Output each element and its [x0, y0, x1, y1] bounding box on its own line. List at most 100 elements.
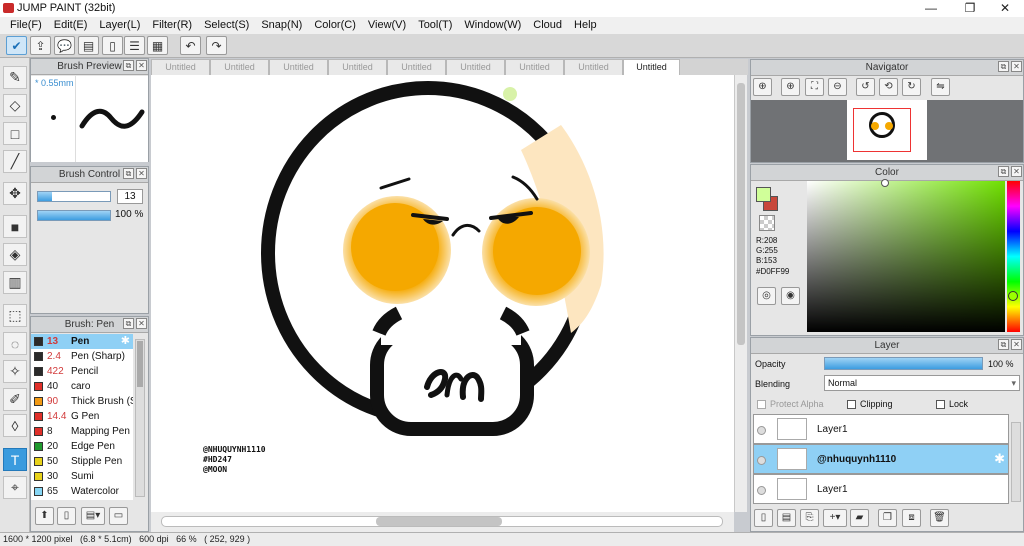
- hue-slider[interactable]: [1007, 181, 1020, 332]
- panel-close-icon[interactable]: ✕: [136, 168, 147, 179]
- close-button[interactable]: ✕: [988, 0, 1022, 17]
- grid-icon[interactable]: ▦: [147, 36, 168, 55]
- flip-icon[interactable]: ⇋: [931, 78, 950, 96]
- move-tool-icon[interactable]: ✥: [3, 182, 27, 205]
- layer-list-scrollbar[interactable]: [1011, 422, 1021, 502]
- brush-list-item[interactable]: 13 Pen ✱: [31, 334, 133, 349]
- saturation-value-field[interactable]: [807, 179, 1005, 332]
- brush-tool-icon[interactable]: ╱: [3, 150, 27, 173]
- brush-list-item[interactable]: 50 Stipple Pen: [31, 454, 133, 469]
- float-icon[interactable]: ⧉: [123, 168, 134, 179]
- brush-opacity-slider[interactable]: [37, 210, 111, 221]
- fit-icon[interactable]: ⛶: [805, 78, 824, 96]
- gear-icon[interactable]: ✱: [994, 451, 1005, 467]
- layer-row[interactable]: Layer1: [753, 414, 1009, 444]
- menu-cloud[interactable]: Cloud: [527, 17, 568, 34]
- menu-filter[interactable]: Filter(R): [146, 17, 198, 34]
- undo-icon[interactable]: ↶: [180, 36, 201, 55]
- doc-tab[interactable]: Untitled: [328, 59, 387, 75]
- panel-close-icon[interactable]: ✕: [1011, 166, 1022, 177]
- foreground-color-swatch[interactable]: [756, 187, 771, 202]
- rotate-reset-icon[interactable]: ⟲: [879, 78, 898, 96]
- menu-snap[interactable]: Snap(N): [255, 17, 308, 34]
- palette-icon[interactable]: ◎: [757, 287, 776, 305]
- hue-handle[interactable]: [1008, 291, 1018, 301]
- doc-tab[interactable]: Untitled: [505, 59, 564, 75]
- menu-edit[interactable]: Edit(E): [48, 17, 94, 34]
- lock-checkbox[interactable]: Lock: [936, 399, 968, 410]
- brush-list-item[interactable]: 90 Thick Brush (Si: [31, 394, 133, 409]
- brush-list-item[interactable]: 65 Watercolor: [31, 484, 133, 499]
- folder-icon[interactable]: ▰: [850, 509, 869, 527]
- drawing-canvas[interactable]: @NHUQUYNH1110 #HD247 @MOON: [151, 75, 734, 512]
- panel-close-icon[interactable]: ✕: [136, 318, 147, 329]
- list-icon[interactable]: ☰: [124, 36, 145, 55]
- bucket-tool-icon[interactable]: ◈: [3, 243, 27, 266]
- panel-close-icon[interactable]: ✕: [136, 60, 147, 71]
- doc-tab[interactable]: Untitled: [564, 59, 623, 75]
- redo-icon[interactable]: ↷: [206, 36, 227, 55]
- new-layer-icon[interactable]: ▯: [754, 509, 773, 527]
- menu-file[interactable]: File(F): [4, 17, 48, 34]
- gradient-tool-icon[interactable]: ▥: [3, 271, 27, 294]
- pen-tool-icon[interactable]: ✎: [3, 66, 27, 89]
- scroll-thumb[interactable]: [137, 341, 143, 387]
- doc-tab[interactable]: Untitled: [387, 59, 446, 75]
- visibility-icon[interactable]: [757, 426, 766, 435]
- panel-close-icon[interactable]: ✕: [1011, 339, 1022, 350]
- zoom-out-icon[interactable]: ⊖: [828, 78, 847, 96]
- dropper-tool-icon[interactable]: ⌖: [3, 476, 27, 499]
- doc-tab[interactable]: Untitled: [269, 59, 328, 75]
- menu-help[interactable]: Help: [568, 17, 603, 34]
- float-icon[interactable]: ⧉: [998, 61, 1009, 72]
- layer-opacity-slider[interactable]: [824, 357, 983, 370]
- rotate-right-icon[interactable]: ↻: [902, 78, 921, 96]
- check-icon[interactable]: ✔: [6, 36, 27, 55]
- speech-icon[interactable]: 💬: [54, 36, 75, 55]
- brush-list-scrollbar[interactable]: [135, 339, 145, 497]
- doc-tab[interactable]: Untitled: [210, 59, 269, 75]
- select-eraser-tool-icon[interactable]: ◊: [3, 414, 27, 437]
- fill-rect-tool-icon[interactable]: ■: [3, 215, 27, 238]
- copy-layer-icon[interactable]: ⎘: [800, 509, 819, 527]
- trash-icon[interactable]: 🗑: [930, 509, 949, 527]
- zoom-icon[interactable]: ⊕: [753, 78, 772, 96]
- brush-new-icon[interactable]: ▯: [57, 507, 76, 525]
- brush-list-item[interactable]: 422 Pencil: [31, 364, 133, 379]
- canvas-vertical-scrollbar[interactable]: [734, 75, 747, 512]
- brush-menu-icon[interactable]: ▤▾: [81, 507, 105, 525]
- float-icon[interactable]: ⧉: [998, 166, 1009, 177]
- brush-list-item[interactable]: 14.4 G Pen: [31, 409, 133, 424]
- page-icon[interactable]: ▯: [102, 36, 123, 55]
- brush-list-item[interactable]: 30 Sumi: [31, 469, 133, 484]
- clipping-checkbox[interactable]: Clipping: [847, 399, 893, 410]
- magic-wand-tool-icon[interactable]: ✧: [3, 360, 27, 383]
- navigator-view[interactable]: [751, 100, 1023, 162]
- menu-select[interactable]: Select(S): [198, 17, 255, 34]
- rectangle-tool-icon[interactable]: □: [3, 122, 27, 145]
- protect-alpha-checkbox[interactable]: Protect Alpha: [757, 399, 824, 410]
- brush-size-field[interactable]: 13: [117, 189, 143, 204]
- float-icon[interactable]: ⧉: [123, 318, 134, 329]
- message-icon[interactable]: ▤: [78, 36, 99, 55]
- visibility-icon[interactable]: [757, 486, 766, 495]
- zoom-in-icon[interactable]: ⊕: [781, 78, 800, 96]
- menu-tool[interactable]: Tool(T): [412, 17, 458, 34]
- duplicate-icon[interactable]: ❐: [878, 509, 897, 527]
- brush-list-item[interactable]: 40 caro: [31, 379, 133, 394]
- export-icon[interactable]: ⇪: [30, 36, 51, 55]
- palette-add-icon[interactable]: ◉: [781, 287, 800, 305]
- brush-add-icon[interactable]: ⬆: [35, 507, 54, 525]
- lasso-tool-icon[interactable]: ◌: [3, 332, 27, 355]
- select-pen-tool-icon[interactable]: ✐: [3, 388, 27, 411]
- visibility-icon[interactable]: [757, 456, 766, 465]
- menu-color[interactable]: Color(C): [308, 17, 362, 34]
- blending-select[interactable]: Normal ▾: [824, 375, 1020, 391]
- minimize-button[interactable]: —: [914, 0, 948, 17]
- color-picker-handle[interactable]: [881, 179, 889, 187]
- scroll-thumb[interactable]: [737, 83, 745, 345]
- brush-size-slider[interactable]: [37, 191, 111, 202]
- rotate-left-icon[interactable]: ↺: [856, 78, 875, 96]
- doc-tab-active[interactable]: Untitled: [623, 59, 680, 75]
- brush-list-item[interactable]: 2.4 Pen (Sharp): [31, 349, 133, 364]
